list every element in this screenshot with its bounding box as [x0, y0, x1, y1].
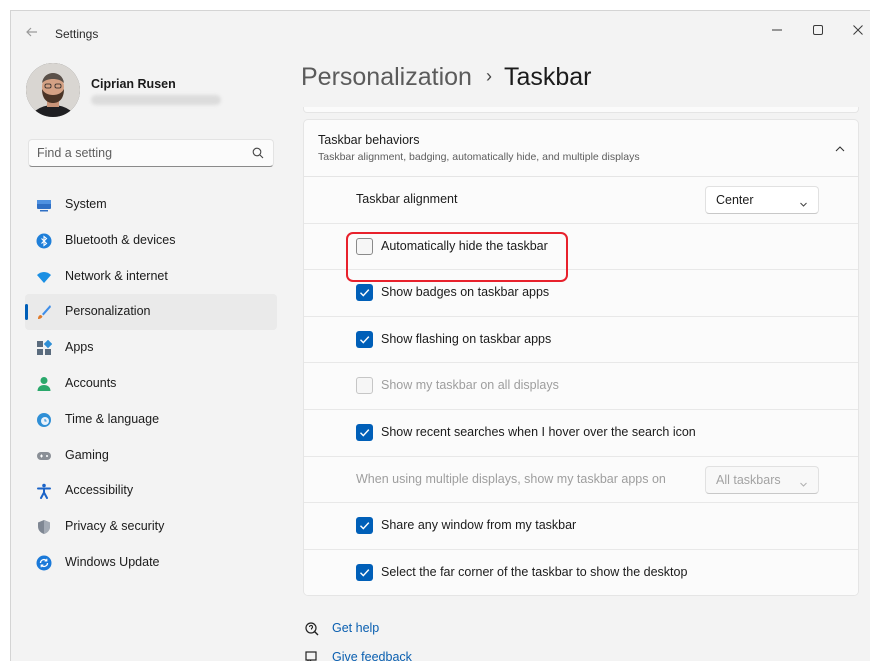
page-title: Taskbar: [503, 63, 592, 91]
chevron-down-icon: [799, 196, 808, 207]
auto-hide-label[interactable]: Automatically hide the taskbar: [381, 239, 548, 253]
sidebar-item-label: Accessibility: [65, 483, 134, 498]
flashing-label[interactable]: Show flashing on taskbar apps: [381, 332, 551, 346]
bluetooth-icon: [36, 233, 52, 249]
section-subtitle: Taskbar alignment, badging, automaticall…: [318, 151, 640, 163]
recent-searches-checkbox[interactable]: [356, 423, 373, 441]
sidebar-item-label: Privacy & security: [65, 519, 165, 534]
back-arrow-icon[interactable]: [25, 25, 41, 41]
sidebar-item-label: Apps: [65, 340, 94, 355]
far-corner-row: Select the far corner of the taskbar to …: [304, 549, 858, 596]
far-corner-checkbox[interactable]: [356, 563, 373, 581]
badges-row: Show badges on taskbar apps: [304, 270, 858, 317]
chevron-up-icon[interactable]: [834, 142, 846, 154]
chevron-down-icon: [799, 476, 808, 487]
recent-searches-row: Show recent searches when I hover over t…: [304, 409, 858, 457]
sidebar-item-label: Windows Update: [65, 554, 160, 569]
all-displays-checkbox: [356, 377, 373, 395]
title-bar: Settings: [11, 11, 870, 55]
minimize-button[interactable]: [760, 19, 794, 43]
app-title: Settings: [55, 27, 99, 41]
wifi-icon: [36, 269, 52, 285]
brush-icon: [36, 304, 52, 320]
flashing-checkbox[interactable]: [356, 330, 373, 348]
sidebar-item-accessibility[interactable]: Accessibility: [25, 473, 277, 509]
close-button[interactable]: [841, 19, 870, 43]
taskbar-alignment-label: Taskbar alignment: [356, 192, 458, 206]
search-icon[interactable]: [251, 146, 265, 160]
auto-hide-row: Automatically hide the taskbar: [304, 223, 858, 271]
sidebar-item-gaming[interactable]: Gaming: [25, 438, 277, 474]
sidebar-nav: System Bluetooth & devices Network & int…: [25, 187, 277, 581]
checkmark-icon: [360, 289, 370, 297]
sidebar-item-label: Personalization: [65, 304, 151, 319]
sidebar-item-bluetooth[interactable]: Bluetooth & devices: [25, 223, 277, 259]
multi-display-label: When using multiple displays, show my ta…: [356, 471, 666, 486]
sidebar-item-windows-update[interactable]: Windows Update: [25, 545, 277, 581]
share-window-row: Share any window from my taskbar: [304, 503, 858, 550]
recent-searches-label[interactable]: Show recent searches when I hover over t…: [381, 425, 696, 439]
profile-email-redacted: [91, 95, 221, 105]
update-icon: [36, 555, 52, 571]
sidebar-item-label: Bluetooth & devices: [65, 232, 176, 247]
sidebar-item-label: System: [65, 197, 107, 211]
maximize-button[interactable]: [801, 19, 835, 43]
breadcrumb: Personalization › Taskbar: [301, 63, 591, 92]
monitor-icon: [36, 197, 52, 213]
taskbar-alignment-row: Taskbar alignment Center: [304, 177, 858, 224]
selection-indicator: [25, 304, 28, 321]
chevron-right-icon: ›: [485, 66, 492, 86]
sidebar-item-label: Accounts: [65, 375, 117, 390]
search-box[interactable]: [28, 139, 274, 167]
sidebar-item-label: Gaming: [65, 447, 109, 462]
section-title: Taskbar behaviors: [318, 133, 420, 147]
gamepad-icon: [36, 448, 52, 464]
taskbar-alignment-dropdown[interactable]: Center: [705, 186, 819, 214]
accessibility-icon: [36, 483, 52, 500]
badges-checkbox[interactable]: [356, 284, 373, 302]
auto-hide-checkbox[interactable]: [356, 237, 373, 255]
give-feedback-text: Give feedback: [332, 650, 412, 661]
sidebar-item-personalization[interactable]: Personalization: [25, 294, 277, 331]
checkmark-icon: [360, 335, 370, 344]
search-input[interactable]: [37, 140, 247, 166]
globe-clock-icon: [36, 412, 52, 428]
sidebar-item-apps[interactable]: Apps: [25, 330, 277, 366]
checkmark-icon: [360, 522, 370, 530]
checkmark-icon: [360, 568, 370, 577]
person-icon: [36, 376, 52, 392]
sidebar-item-time-language[interactable]: Time & language: [25, 402, 277, 438]
multi-display-row: When using multiple displays, show my ta…: [304, 456, 858, 504]
dropdown-value: All taskbars: [716, 472, 781, 487]
sidebar-item-network[interactable]: Network & internet: [25, 259, 277, 295]
avatar[interactable]: [26, 63, 80, 117]
sidebar-item-system[interactable]: System: [25, 187, 277, 223]
all-displays-label: Show my taskbar on all displays: [381, 378, 559, 393]
sidebar-item-label: Network & internet: [65, 268, 168, 283]
sidebar-item-privacy-security[interactable]: Privacy & security: [25, 509, 277, 545]
previous-card-edge: [303, 107, 859, 113]
shield-icon: [36, 519, 52, 535]
breadcrumb-parent[interactable]: Personalization: [301, 63, 472, 91]
dropdown-value: Center: [716, 193, 754, 207]
get-help-text: Get help: [332, 621, 380, 635]
flashing-row: Show flashing on taskbar apps: [304, 316, 858, 364]
taskbar-behaviors-card: Taskbar behaviors Taskbar alignment, bad…: [303, 119, 859, 597]
help-icon: [305, 622, 319, 636]
checkmark-icon: [360, 429, 370, 437]
taskbar-behaviors-header[interactable]: Taskbar behaviors Taskbar alignment, bad…: [304, 120, 858, 177]
share-window-checkbox[interactable]: [356, 517, 373, 535]
settings-window: Settings Ciprian Rusen Find a setting Sy…: [10, 10, 870, 661]
profile-name: Ciprian Rusen: [91, 77, 176, 91]
apps-icon: [36, 339, 53, 356]
sidebar-item-label: Time & language: [65, 411, 160, 426]
all-displays-row: Show my taskbar on all displays: [304, 363, 858, 410]
badges-label[interactable]: Show badges on taskbar apps: [381, 285, 549, 299]
sidebar-item-accounts[interactable]: Accounts: [25, 366, 277, 402]
share-window-label[interactable]: Share any window from my taskbar: [381, 518, 576, 532]
multi-display-dropdown: All taskbars: [705, 465, 819, 494]
far-corner-label[interactable]: Select the far corner of the taskbar to …: [381, 565, 687, 579]
